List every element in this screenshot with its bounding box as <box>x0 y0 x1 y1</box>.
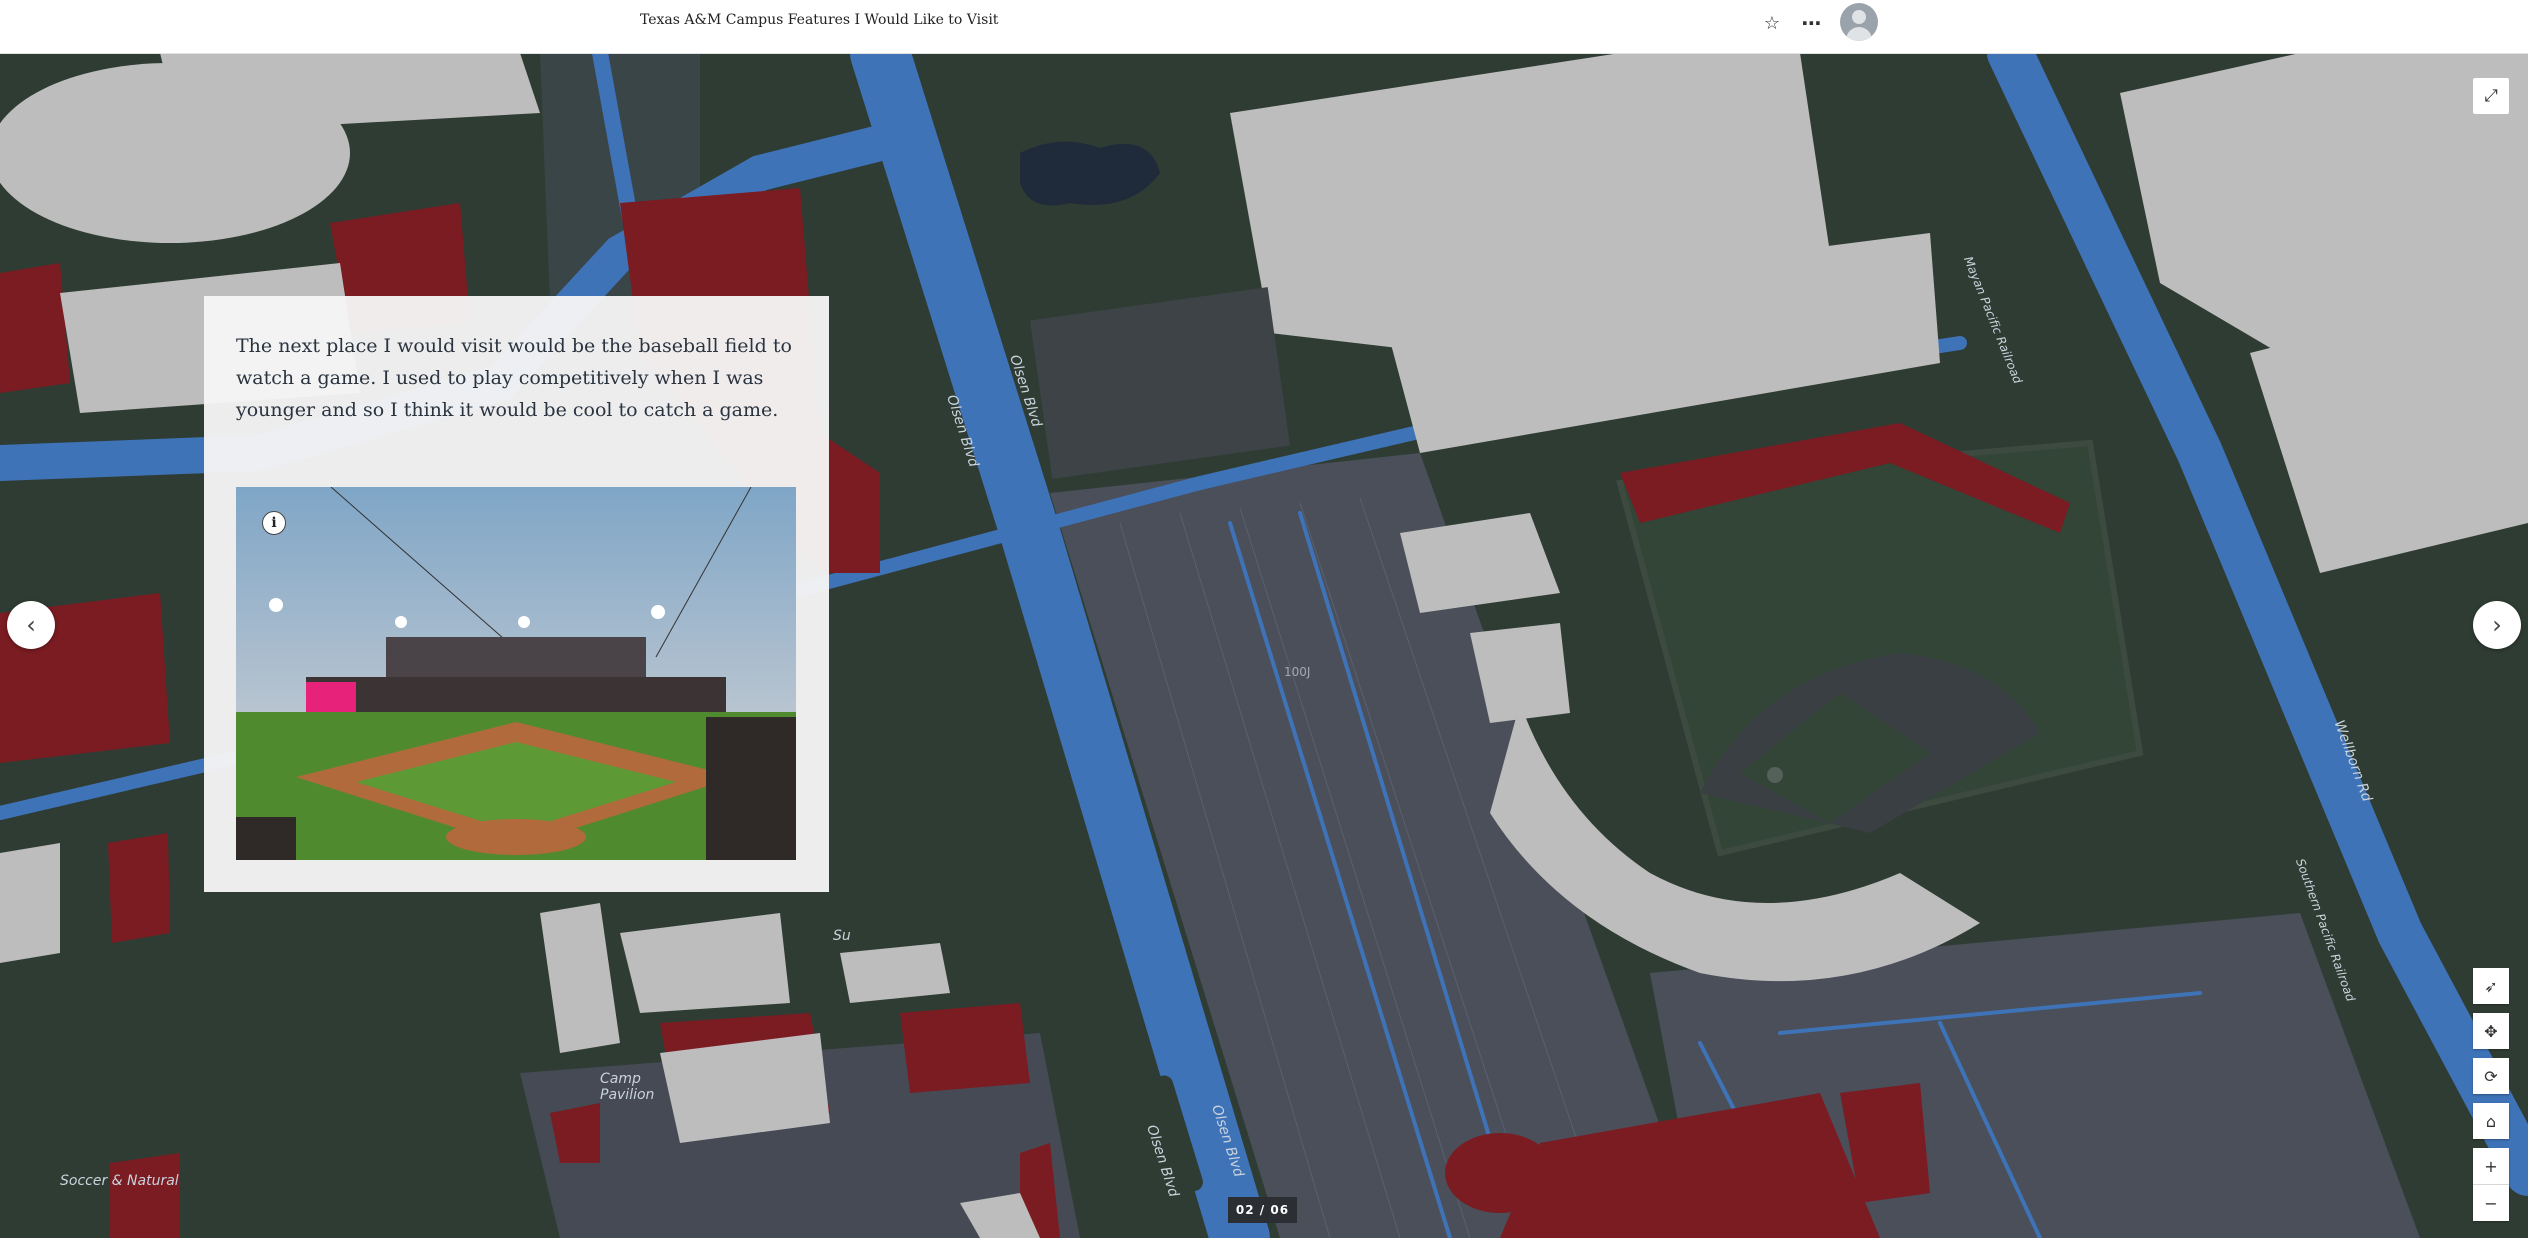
rotate-icon[interactable]: ⟳ <box>2473 1058 2509 1094</box>
home-icon[interactable]: ⌂ <box>2473 1103 2509 1139</box>
baseball-stadium-photo <box>236 487 796 860</box>
map-tools: ➶ ✥ ⟳ ⌂ + − <box>2473 968 2509 1230</box>
pan-icon[interactable]: ✥ <box>2473 1013 2509 1049</box>
slide-counter: 02 / 06 <box>1228 1197 1297 1223</box>
zoom-in-icon[interactable]: + <box>2473 1148 2509 1185</box>
chevron-right-icon[interactable]: › <box>2473 601 2521 649</box>
story-title: Texas A&M Campus Features I Would Like t… <box>640 12 999 28</box>
place-label: Soccer & Natural <box>60 1173 179 1189</box>
star-icon[interactable]: ☆ <box>1760 11 1784 35</box>
narrative-panel: The next place I would visit would be th… <box>204 296 829 892</box>
place-label: Su <box>833 928 851 944</box>
user-avatar-icon[interactable] <box>1840 3 1878 41</box>
chevron-left-icon[interactable]: ‹ <box>7 601 55 649</box>
more-icon[interactable]: ⋯ <box>1800 11 1824 35</box>
place-label: Camp Pavilion <box>600 1071 655 1103</box>
zoom-out-icon[interactable]: − <box>2473 1185 2509 1221</box>
expand-icon[interactable]: ⤢ <box>2473 78 2509 114</box>
compass-icon[interactable]: ➶ <box>2473 968 2509 1004</box>
parking-lot-label: 100J <box>1284 665 1311 679</box>
baseball-field-image[interactable]: i <box>236 487 796 860</box>
narrative-text: The next place I would visit would be th… <box>236 335 792 421</box>
info-icon[interactable]: i <box>262 511 286 535</box>
top-bar: Texas A&M Campus Features I Would Like t… <box>0 0 2528 54</box>
